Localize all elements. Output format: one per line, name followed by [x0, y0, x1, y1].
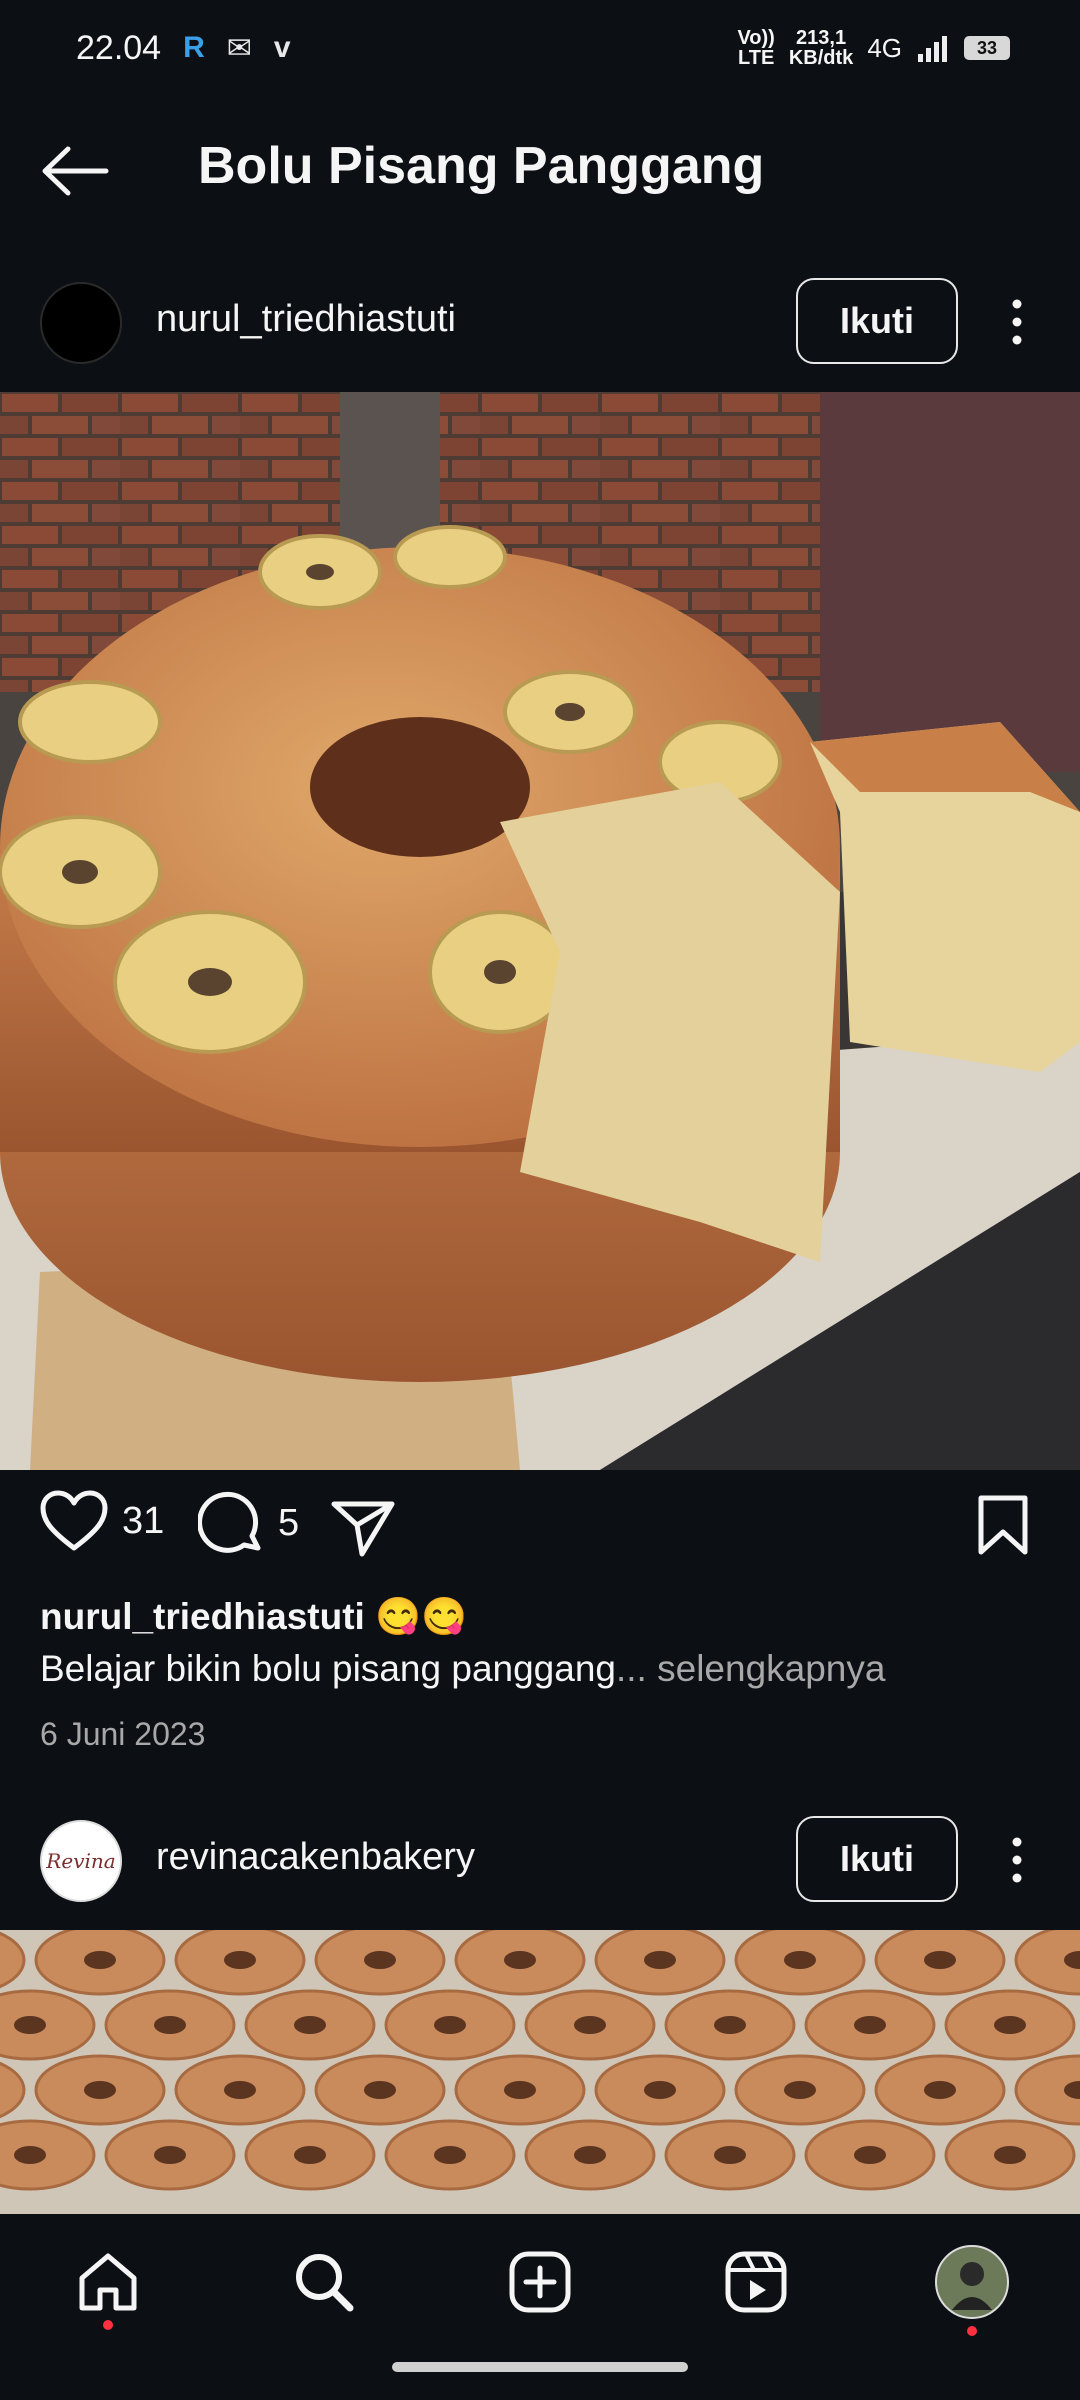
comment-icon[interactable]	[198, 1490, 264, 1556]
home-icon	[79, 2253, 137, 2311]
see-more-link[interactable]: ... selengkapnya	[616, 1648, 885, 1689]
post-actions: 31 5	[0, 1490, 1080, 1580]
notification-dot	[967, 2326, 977, 2336]
avatar[interactable]: Revina	[40, 1820, 122, 1902]
nav-profile[interactable]	[932, 2242, 1012, 2336]
status-right: Vo)) LTE 213,1 KB/dtk 4G 33	[737, 28, 1010, 68]
caption-text: Belajar bikin bolu pisang panggang	[40, 1648, 616, 1689]
notification-dot	[103, 2320, 113, 2330]
bottom-nav	[0, 2214, 1080, 2344]
comment-count[interactable]: 5	[278, 1502, 299, 1545]
avatar[interactable]	[40, 282, 122, 364]
signal-icon	[918, 36, 947, 62]
clock: 22.04	[76, 28, 162, 67]
post-photo[interactable]	[0, 392, 1080, 1470]
app-notification-icon: R	[183, 31, 205, 64]
more-options-icon[interactable]	[1002, 1830, 1032, 1890]
share-icon[interactable]	[330, 1498, 396, 1558]
status-bar: 22.04 R ✉ v Vo)) LTE 213,1 KB/dtk 4G 33	[0, 0, 1080, 96]
create-icon	[509, 2251, 571, 2313]
home-indicator[interactable]	[392, 2362, 688, 2372]
volte-indicator: Vo)) LTE	[737, 28, 774, 68]
battery-icon: 33	[964, 36, 1010, 60]
volte-top: Vo))	[737, 27, 775, 49]
follow-button[interactable]: Ikuti	[796, 1816, 958, 1902]
speed-unit: KB/dtk	[788, 47, 854, 69]
like-group: 31	[40, 1490, 164, 1552]
post-username[interactable]: nurul_triedhiastuti	[156, 298, 456, 341]
post-photo[interactable]	[0, 1930, 1080, 2214]
status-left: 22.04 R ✉ v	[76, 29, 291, 68]
network-speed: 213,1 KB/dtk	[789, 28, 853, 68]
nav-search[interactable]	[284, 2242, 364, 2322]
post-header: nurul_triedhiastuti Ikuti	[0, 262, 1080, 382]
speed-value: 213,1	[796, 27, 847, 49]
more-options-icon[interactable]	[1002, 292, 1032, 352]
page-header: Bolu Pisang Panggang	[0, 96, 1080, 246]
nav-home[interactable]	[68, 2242, 148, 2330]
heart-icon[interactable]	[40, 1490, 108, 1552]
nav-reels[interactable]	[716, 2242, 796, 2322]
caption-username[interactable]: nurul_triedhiastuti 😋😋	[40, 1596, 467, 1639]
caption[interactable]: Belajar bikin bolu pisang panggang... se…	[40, 1648, 885, 1690]
post-header-2: Revina revinacakenbakery Ikuti	[0, 1800, 1080, 1920]
comment-group: 5	[198, 1490, 299, 1556]
volte-bottom: LTE	[738, 47, 775, 69]
follow-button[interactable]: Ikuti	[796, 278, 958, 364]
bookmark-icon[interactable]	[976, 1494, 1030, 1556]
avatar-logo-text: Revina	[46, 1849, 116, 1873]
like-count[interactable]: 31	[122, 1500, 164, 1543]
search-icon	[296, 2254, 354, 2312]
vimeo-icon: v	[273, 31, 291, 64]
messenger-icon: ✉	[226, 31, 252, 65]
back-arrow-icon[interactable]	[40, 146, 110, 196]
page-title: Bolu Pisang Panggang	[198, 137, 765, 195]
network-type: 4G	[867, 32, 902, 63]
post-date: 6 Juni 2023	[40, 1716, 206, 1752]
nav-create[interactable]	[500, 2242, 580, 2322]
profile-avatar	[935, 2245, 1009, 2319]
post-username[interactable]: revinacakenbakery	[156, 1836, 475, 1879]
reels-icon	[725, 2251, 787, 2313]
